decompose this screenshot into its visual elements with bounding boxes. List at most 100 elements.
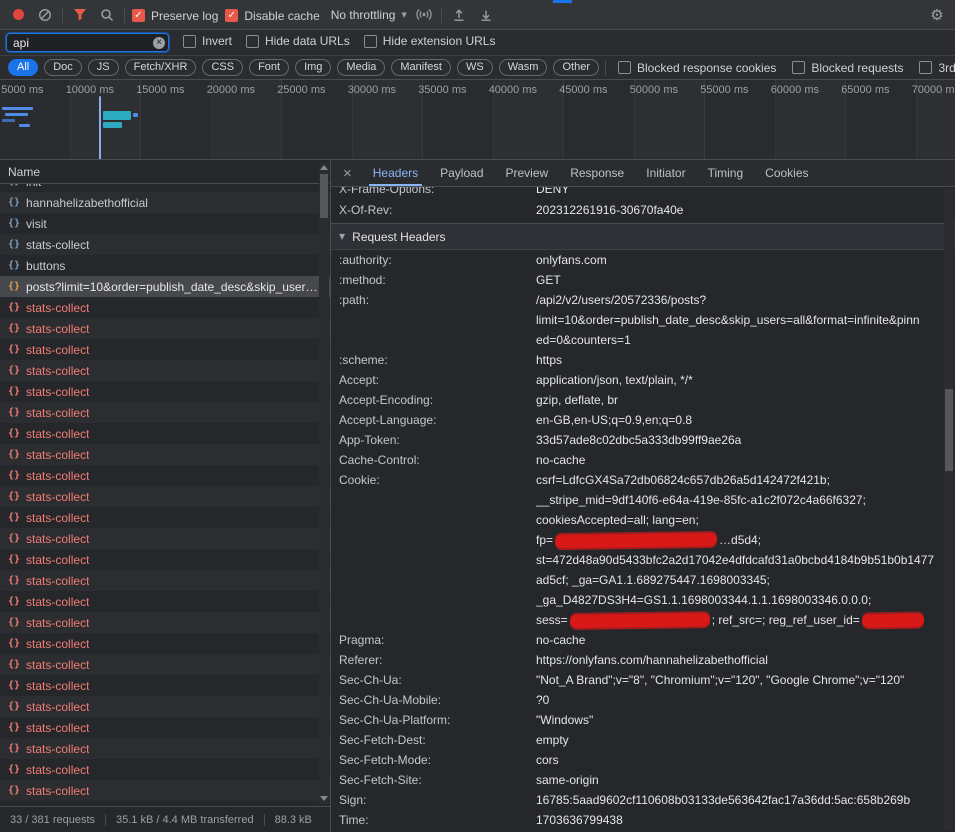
- search-button[interactable]: [97, 5, 117, 25]
- invert-checkbox[interactable]: Invert: [183, 34, 232, 48]
- request-name: stats-collect: [26, 742, 89, 756]
- request-row[interactable]: stats-collect: [0, 696, 330, 717]
- filter-bar: Invert Hide data URLs Hide extension URL…: [0, 30, 955, 56]
- request-name: visit: [26, 217, 47, 231]
- request-row[interactable]: stats-collect: [0, 339, 330, 360]
- request-row[interactable]: visit: [0, 213, 330, 234]
- request-list-scrollbar[interactable]: [319, 162, 329, 804]
- request-row[interactable]: stats-collect: [0, 738, 330, 759]
- request-row[interactable]: stats-collect: [0, 381, 330, 402]
- request-row[interactable]: stats-collect: [0, 549, 330, 570]
- tab-initiator[interactable]: Initiator: [635, 160, 696, 186]
- request-headers-section[interactable]: ▼ Request Headers: [331, 224, 955, 250]
- scrollbar-thumb[interactable]: [320, 174, 328, 218]
- tab-cookies[interactable]: Cookies: [754, 160, 819, 186]
- request-row[interactable]: stats-collect: [0, 591, 330, 612]
- request-row[interactable]: stats-collect: [0, 423, 330, 444]
- tab-timing[interactable]: Timing: [697, 160, 755, 186]
- network-conditions-button[interactable]: [414, 5, 434, 25]
- filter-pill-doc[interactable]: Doc: [44, 59, 82, 76]
- 3rd-party-requests-checkbox[interactable]: 3rd-party requests: [919, 61, 955, 75]
- json-doc-icon: [8, 722, 20, 733]
- name-column-header[interactable]: Name: [0, 160, 330, 184]
- request-row[interactable]: stats-collect: [0, 444, 330, 465]
- header-value: "Windows": [536, 710, 955, 730]
- request-row[interactable]: stats-collect: [0, 612, 330, 633]
- filter-pill-fetch-xhr[interactable]: Fetch/XHR: [125, 59, 197, 76]
- request-row[interactable]: stats-collect: [0, 759, 330, 780]
- filter-input[interactable]: [6, 33, 169, 52]
- scrollbar-thumb[interactable]: [945, 389, 953, 471]
- request-row[interactable]: stats-collect: [0, 633, 330, 654]
- export-har-button[interactable]: [476, 5, 496, 25]
- filter-toggle-button[interactable]: [70, 5, 90, 25]
- request-row[interactable]: stats-collect: [0, 465, 330, 486]
- request-row[interactable]: stats-collect: [0, 780, 330, 801]
- filter-pill-manifest[interactable]: Manifest: [391, 59, 451, 76]
- timeline-label: 30000 ms: [348, 84, 396, 96]
- throttling-select[interactable]: No throttling ▼: [331, 8, 407, 22]
- preserve-log-checkbox[interactable]: Preserve log: [132, 9, 218, 23]
- request-row[interactable]: stats-collect: [0, 507, 330, 528]
- header-name: Time:: [331, 810, 536, 830]
- filter-pill-js[interactable]: JS: [88, 59, 119, 76]
- request-row[interactable]: stats-collect: [0, 402, 330, 423]
- hide-data-urls-checkbox[interactable]: Hide data URLs: [246, 34, 350, 48]
- blocked-response-cookies-checkbox[interactable]: Blocked response cookies: [618, 61, 776, 75]
- settings-gear-icon[interactable]: ⚙: [927, 5, 947, 25]
- tab-headers[interactable]: Headers: [362, 160, 429, 186]
- request-row[interactable]: stats-collect: [0, 528, 330, 549]
- request-row[interactable]: stats-collect: [0, 318, 330, 339]
- request-row[interactable]: stats-collect: [0, 654, 330, 675]
- filter-pill-other[interactable]: Other: [553, 59, 599, 76]
- timeline-overview[interactable]: 5000 ms10000 ms15000 ms20000 ms25000 ms3…: [0, 80, 955, 160]
- tab-payload[interactable]: Payload: [429, 160, 494, 186]
- checkbox-icon: [183, 35, 196, 48]
- request-row[interactable]: stats-collect: [0, 717, 330, 738]
- request-row[interactable]: stats-collect: [0, 297, 330, 318]
- header-row: Time:1703636799438: [331, 810, 955, 830]
- header-row: Cache-Control:no-cache: [331, 450, 955, 470]
- request-row[interactable]: hannahelizabethofficial: [0, 192, 330, 213]
- scroll-up-icon[interactable]: [320, 165, 328, 170]
- request-row[interactable]: init: [0, 184, 330, 192]
- request-name: stats-collect: [26, 616, 89, 630]
- request-row[interactable]: stats-collect: [0, 360, 330, 381]
- json-doc-icon: [8, 344, 20, 355]
- request-row[interactable]: stats-collect: [0, 570, 330, 591]
- request-row-selected[interactable]: posts?limit=10&order=publish_date_desc&s…: [0, 276, 330, 297]
- clear-filter-icon[interactable]: [153, 37, 165, 49]
- close-icon[interactable]: ×: [331, 165, 362, 182]
- tab-response[interactable]: Response: [559, 160, 635, 186]
- filter-pill-media[interactable]: Media: [337, 59, 385, 76]
- checkbox-label: 3rd-party requests: [938, 61, 955, 75]
- scroll-down-icon[interactable]: [320, 796, 328, 801]
- filter-pill-all[interactable]: All: [8, 59, 38, 76]
- filter-pill-css[interactable]: CSS: [202, 59, 243, 76]
- disable-cache-checkbox[interactable]: Disable cache: [225, 9, 319, 23]
- import-har-button[interactable]: [449, 5, 469, 25]
- json-doc-icon: [8, 470, 20, 481]
- request-row[interactable]: stats-collect: [0, 234, 330, 255]
- hide-extension-urls-checkbox[interactable]: Hide extension URLs: [364, 34, 496, 48]
- timeline-column: 65000 ms: [846, 80, 917, 159]
- request-row[interactable]: stats-collect: [0, 675, 330, 696]
- blocked-requests-checkbox[interactable]: Blocked requests: [792, 61, 903, 75]
- clear-button[interactable]: [35, 5, 55, 25]
- request-name: stats-collect: [26, 469, 89, 483]
- filter-pill-font[interactable]: Font: [249, 59, 289, 76]
- filter-pill-ws[interactable]: WS: [457, 59, 493, 76]
- divider: [124, 7, 125, 23]
- waterfall-mark: [133, 113, 138, 117]
- json-doc-icon: [8, 302, 20, 313]
- request-row[interactable]: stats-collect: [0, 486, 330, 507]
- checkbox-icon: [132, 9, 145, 22]
- request-row[interactable]: buttons: [0, 255, 330, 276]
- detail-scrollbar[interactable]: [944, 189, 954, 830]
- filter-pill-wasm[interactable]: Wasm: [499, 59, 548, 76]
- tab-preview[interactable]: Preview: [495, 160, 560, 186]
- filter-pill-img[interactable]: Img: [295, 59, 331, 76]
- record-button[interactable]: [8, 5, 28, 25]
- header-name: Referer:: [331, 650, 536, 670]
- checkbox-icon: [246, 35, 259, 48]
